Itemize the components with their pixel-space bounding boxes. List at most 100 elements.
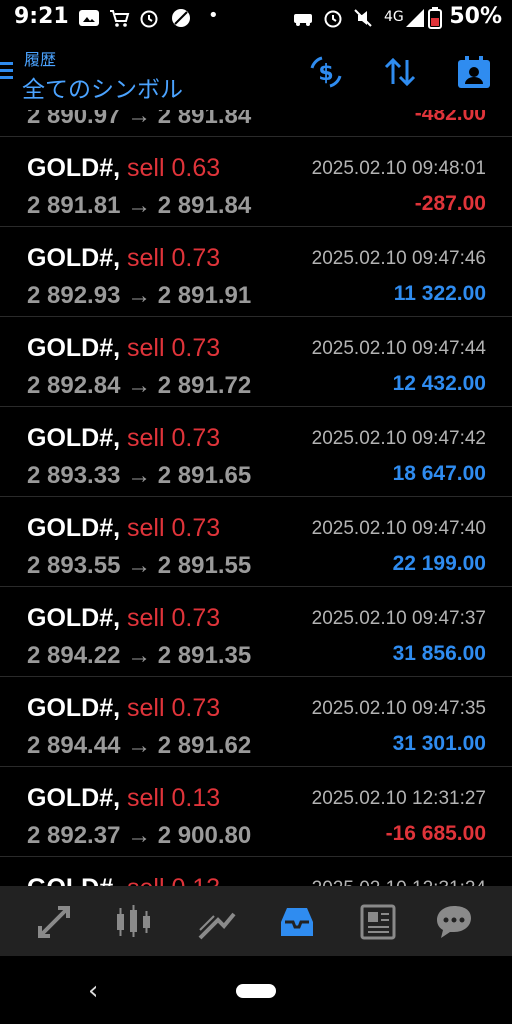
profit-value: 31 301.00 (392, 732, 486, 755)
profit-value: 22 199.00 (392, 552, 486, 575)
trade-row[interactable]: GOLD#, sell 0.73 2 892.84 → 2 891.72 2025.… (0, 316, 512, 407)
history-list[interactable]: 2 890.97 → 2 891.84 -482.00 GOLD#, sell … (0, 110, 512, 886)
period-calendar-icon[interactable] (456, 54, 492, 90)
trade-datetime: 2025.02.10 09:47:35 (311, 698, 486, 719)
close-price: 2 891.65 (157, 462, 252, 489)
symbol-label: GOLD#, sell 0.73 (27, 334, 220, 363)
close-price: 2 891.35 (157, 642, 252, 669)
battery-percent: 50% (449, 4, 502, 29)
trade-row[interactable]: GOLD#, sell 0.63 2 891.81 → 2 891.84 2025.… (0, 136, 512, 227)
symbol-name: GOLD#, (27, 694, 121, 722)
network-type: 4G (384, 9, 404, 25)
close-price: 2 891.84 (157, 192, 252, 219)
sort-icon[interactable] (382, 54, 418, 90)
side-volume: sell 0.73 (127, 424, 221, 452)
symbol-label: GOLD#, sell 0.73 (27, 424, 220, 453)
svg-text:$: $ (318, 61, 333, 86)
cart-icon (110, 10, 130, 27)
trade-datetime: 2025.02.10 09:47:44 (311, 338, 486, 359)
arrow-right-icon: → (120, 822, 158, 849)
arrow-right-icon: → (120, 732, 158, 759)
trade-datetime: 2025.02.10 09:47:46 (311, 248, 486, 269)
messages-icon[interactable] (434, 902, 474, 942)
trade-row[interactable]: GOLD#, sell 0.73 2 893.55 → 2 891.55 2025.… (0, 496, 512, 587)
price-range: 2 893.33 → 2 891.65 (27, 462, 251, 490)
close-price: 2 900.80 (157, 822, 252, 849)
news-icon[interactable] (358, 902, 398, 942)
dot-indicator: • (208, 5, 219, 26)
side-volume: sell 0.13 (127, 874, 220, 886)
mute-icon (354, 9, 372, 27)
arrow-right-icon: → (120, 192, 158, 219)
trade-icon[interactable] (196, 902, 236, 942)
side-volume: sell 0.73 (127, 604, 221, 632)
arrow-right-icon: → (120, 372, 158, 399)
price-range: 2 892.93 → 2 891.91 (27, 282, 251, 310)
profit-value: 31 856.00 (392, 642, 486, 665)
open-price: 2 893.33 (27, 462, 121, 489)
profit-value: 11 322.00 (393, 282, 486, 305)
app-header: 履歴 全てのシンボル $ (0, 36, 512, 110)
profit-value: -16 685.00 (385, 822, 486, 845)
open-price: 2 892.93 (27, 282, 121, 309)
currency-exchange-icon[interactable]: $ (308, 54, 344, 90)
side-volume: sell 0.73 (127, 244, 221, 272)
symbol-label: GOLD#, sell 0.13 (27, 874, 220, 886)
no-disturb-icon (172, 9, 190, 27)
side-volume: sell 0.73 (127, 694, 221, 722)
profit-value: 18 647.00 (392, 462, 486, 485)
close-price: 2 891.72 (157, 372, 252, 399)
history-icon[interactable] (277, 902, 317, 942)
open-price: 2 894.44 (27, 732, 121, 759)
status-bar: 9:21 • 4G 50% (0, 0, 512, 36)
side-volume: sell 0.63 (127, 154, 221, 182)
symbol-label: GOLD#, sell 0.63 (27, 154, 220, 183)
trade-row[interactable]: GOLD#, sell 0.73 2 894.22 → 2 891.35 2025.… (0, 586, 512, 677)
open-price: 2 892.37 (27, 822, 121, 849)
open-price: 2 894.22 (27, 642, 121, 669)
close-price: 2 891.62 (157, 732, 252, 759)
car-mode-icon (294, 14, 312, 26)
arrow-right-icon: → (120, 282, 158, 309)
symbol-name: GOLD#, (27, 514, 121, 542)
symbol-name: GOLD#, (27, 334, 121, 362)
chart-icon[interactable] (113, 902, 153, 942)
menu-icon[interactable] (0, 62, 14, 82)
profit-value: -287.00 (414, 192, 486, 215)
price-range: 2 894.22 → 2 891.35 (27, 642, 251, 670)
side-volume: sell 0.73 (127, 514, 221, 542)
price-range: 2 891.81 → 2 891.84 (27, 192, 251, 220)
arrow-right-icon: → (120, 552, 158, 579)
home-button[interactable] (236, 984, 276, 998)
trade-datetime: 2025.02.10 09:47:37 (311, 608, 486, 629)
symbol-name: GOLD#, (27, 784, 121, 812)
symbol-name: GOLD#, (27, 154, 121, 182)
trade-datetime: 2025.02.10 09:47:40 (311, 518, 486, 539)
alarm-icon (140, 10, 158, 28)
side-volume: sell 0.73 (127, 334, 221, 362)
trade-row[interactable]: GOLD#, sell 0.73 2 894.44 → 2 891.62 2025.… (0, 676, 512, 767)
trade-row[interactable]: GOLD#, sell 0.13 2025.02.10 12:31:24 (0, 856, 512, 886)
symbol-label: GOLD#, sell 0.73 (27, 694, 220, 723)
open-price: 2 892.84 (27, 372, 121, 399)
quotes-icon[interactable] (34, 902, 74, 942)
back-button[interactable]: ‹ (88, 976, 98, 1006)
prices-partial: 2 890.97 → 2 891.84 (27, 110, 252, 129)
trade-row[interactable]: GOLD#, sell 0.73 2 893.33 → 2 891.65 2025.… (0, 406, 512, 497)
trade-datetime: 2025.02.10 09:48:01 (311, 158, 486, 179)
arrow-right-icon: → (120, 642, 158, 669)
gallery-notification-icon (79, 10, 99, 26)
trade-row[interactable]: GOLD#, sell 0.73 2 892.93 → 2 891.91 2025.… (0, 226, 512, 317)
status-time: 9:21 (14, 4, 69, 29)
trade-row[interactable]: GOLD#, sell 0.13 2 892.37 → 2 900.80 2025.… (0, 766, 512, 857)
open-price: 2 891.81 (27, 192, 121, 219)
header-title[interactable]: 全てのシンボル (22, 70, 183, 104)
trade-datetime: 2025.02.10 12:31:24 (312, 878, 486, 886)
price-range: 2 892.37 → 2 900.80 (27, 822, 251, 850)
symbol-label: GOLD#, sell 0.13 (27, 784, 220, 813)
profit-value: 12 432.00 (392, 372, 486, 395)
list-item-partial[interactable]: 2 890.97 → 2 891.84 -482.00 (0, 110, 512, 137)
alarm-status-icon (324, 10, 342, 28)
price-range: 2 893.55 → 2 891.55 (27, 552, 251, 580)
symbol-label: GOLD#, sell 0.73 (27, 514, 220, 543)
